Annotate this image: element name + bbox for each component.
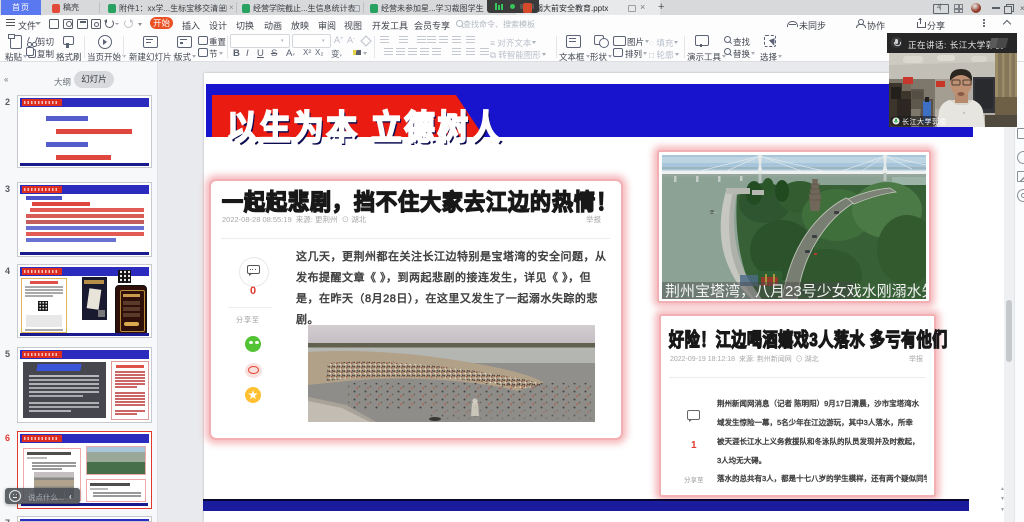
- svg-text:荆州宝塔湾，八月23号少女戏水刚溺水失踪: 荆州宝塔湾，八月23号少女戏水刚溺水失踪: [665, 282, 926, 299]
- svg-text:长江大学郭俊: 长江大学郭俊: [902, 117, 947, 126]
